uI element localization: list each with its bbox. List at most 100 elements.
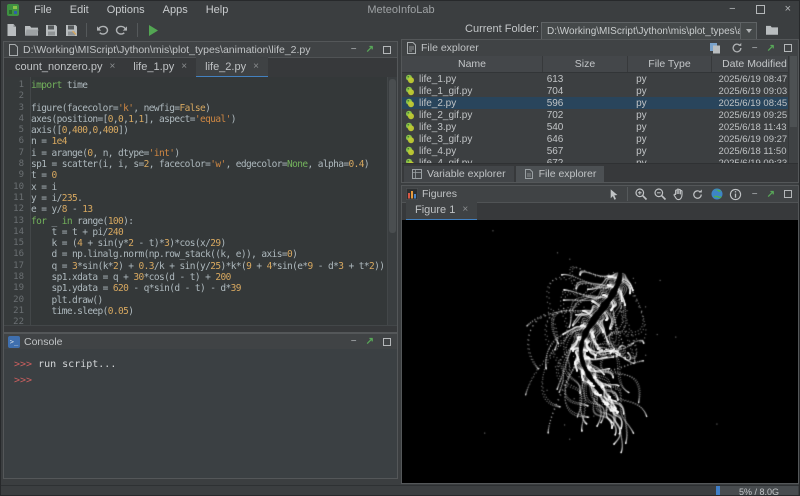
line-number: 16 [4, 249, 31, 260]
column-header-name[interactable]: Name [402, 56, 543, 72]
tab-file-explorer[interactable]: File explorer [516, 166, 605, 182]
column-header-size[interactable]: Size [543, 56, 628, 72]
save-button[interactable] [42, 21, 60, 39]
table-row-life_1_gif.py[interactable]: life_1_gif.py704py2025/6/19 09:03 [402, 85, 798, 97]
identify-button[interactable] [728, 187, 744, 202]
table-row-life_2_gif.py[interactable]: life_2_gif.py702py2025/6/19 09:25 [402, 109, 798, 121]
file-name-cell: life_1.py [402, 74, 541, 85]
code-text: e = y/8 - 13 [31, 204, 92, 215]
minimize-panel-icon[interactable]: − [351, 336, 357, 347]
refresh-icon[interactable] [731, 42, 743, 54]
open-file-button[interactable] [22, 21, 40, 39]
maximize-panel-icon[interactable] [383, 46, 391, 54]
window-maximize-icon[interactable] [756, 5, 765, 14]
pan-button[interactable] [671, 187, 687, 202]
scrollbar-thumb[interactable] [389, 79, 396, 233]
run-script-button[interactable] [144, 21, 162, 39]
maximize-panel-icon[interactable] [784, 190, 792, 198]
minimize-panel-icon[interactable]: − [752, 189, 758, 200]
column-header-date[interactable]: Date Modified [712, 56, 798, 72]
tab-figure-1[interactable]: Figure 1 × [406, 200, 477, 221]
code-line: 7i = arange(0, n, dtype='int') [4, 148, 388, 159]
file-name: life_2_gif.py [419, 110, 472, 121]
table-row-life_3.py[interactable]: life_3.py540py2025/6/18 11:43 [402, 121, 798, 133]
line-number: 5 [4, 125, 31, 136]
close-icon[interactable]: × [109, 61, 115, 72]
maximize-panel-icon[interactable] [383, 338, 391, 346]
console-line: >>> run script... [14, 357, 397, 373]
code-text: y = i/235. [31, 193, 82, 204]
variable-explorer-icon [412, 169, 422, 179]
table-row-life_2.py[interactable]: life_2.py596py2025/6/19 08:45 [402, 97, 798, 109]
menu-apps[interactable]: Apps [154, 2, 197, 18]
editor-vertical-scrollbar[interactable] [387, 77, 397, 325]
file-explorer-panel: File explorer − ↗ Name Size File Type Da… [401, 39, 799, 183]
explorer-vertical-scrollbar[interactable] [788, 56, 798, 164]
float-panel-icon[interactable]: ↗ [767, 43, 775, 54]
explorer-panel-header: File explorer − ↗ [402, 40, 798, 57]
file-date-cell: 2025/6/18 11:50 [717, 146, 798, 157]
code-text: sp1.xdata = q + 30*cos(d - t) + 200 [31, 272, 231, 283]
float-panel-icon[interactable]: ↗ [366, 336, 374, 347]
console-icon: >_ [8, 336, 20, 348]
python-file-icon [405, 86, 415, 96]
menu-edit[interactable]: Edit [61, 2, 98, 18]
save-as-button[interactable] [62, 21, 80, 39]
menu-help[interactable]: Help [197, 2, 238, 18]
float-panel-icon[interactable]: ↗ [767, 189, 775, 200]
table-row-life_4.py[interactable]: life_4.py567py2025/6/18 11:50 [402, 145, 798, 157]
maximize-panel-icon[interactable] [784, 44, 792, 52]
editor-horizontal-scrollbar[interactable] [4, 325, 397, 332]
undo-button[interactable] [93, 21, 111, 39]
current-folder-combobox[interactable]: D:\Working\MIScript\Jython\mis\plot_type… [541, 22, 757, 40]
current-folder-value[interactable]: D:\Working\MIScript\Jython\mis\plot_type… [542, 26, 740, 37]
python-file-icon [405, 98, 415, 108]
tab-variable-explorer[interactable]: Variable explorer [404, 166, 514, 182]
window-minimize-icon[interactable]: − [729, 3, 735, 15]
window-close-icon[interactable]: × [785, 3, 791, 15]
line-number: 18 [4, 272, 31, 283]
toolbar-separator [86, 23, 87, 37]
table-row-life_1.py[interactable]: life_1.py613py2025/6/19 08:47 [402, 73, 798, 85]
explorer-panel-controls: − ↗ [709, 42, 792, 54]
tab-life_2-py[interactable]: life_2.py× [196, 57, 268, 78]
redo-icon [115, 24, 129, 36]
browse-folder-button[interactable] [763, 22, 781, 38]
console-panel-controls: − ↗ [351, 336, 391, 347]
select-cursor-button[interactable] [606, 187, 622, 202]
menu-file[interactable]: File [25, 2, 61, 18]
rotate-button[interactable] [690, 187, 706, 202]
code-line: 1import time [4, 80, 388, 91]
tab-count_nonzero-py[interactable]: count_nonzero.py× [6, 57, 124, 78]
table-row-life_3_gif.py[interactable]: life_3_gif.py646py2025/6/19 09:27 [402, 133, 798, 145]
code-line: 22 [4, 317, 388, 325]
scrollbar-thumb[interactable] [790, 56, 797, 127]
code-text: sp1.ydata = 620 - q*sin(d - t) - d*39 [31, 283, 241, 294]
column-header-filetype[interactable]: File Type [628, 56, 712, 72]
memory-widget[interactable]: 5% / 8.0G [716, 486, 798, 496]
zoom-out-button[interactable] [652, 187, 668, 202]
close-icon[interactable]: × [181, 61, 187, 72]
file-name: life_1.py [419, 74, 456, 85]
console-output[interactable]: >>> run script...>>> [4, 349, 397, 478]
scatter-plot-canvas[interactable] [402, 220, 798, 483]
menu-options[interactable]: Options [98, 2, 154, 18]
close-icon[interactable]: × [462, 204, 468, 215]
copy-path-icon[interactable] [709, 42, 722, 54]
minimize-panel-icon[interactable]: − [351, 44, 357, 55]
redo-button[interactable] [113, 21, 131, 39]
minimize-panel-icon[interactable]: − [752, 43, 758, 54]
tab-life_1-py[interactable]: life_1.py× [124, 57, 196, 78]
open-folder-icon [24, 24, 39, 37]
zoom-in-button[interactable] [633, 187, 649, 202]
new-file-button[interactable] [2, 21, 20, 39]
file-name-cell: life_4.py [402, 146, 541, 157]
current-folder-dropdown[interactable] [740, 23, 756, 39]
globe-button[interactable] [709, 187, 725, 202]
figure-tab-label: Figure 1 [415, 204, 455, 216]
float-panel-icon[interactable]: ↗ [366, 44, 374, 55]
code-editor[interactable]: 1import time23figure(facecolor='k', newf… [4, 77, 397, 325]
close-icon[interactable]: × [253, 61, 259, 72]
figure-view[interactable] [402, 220, 798, 482]
bottom-tab-label: File explorer [539, 168, 597, 180]
